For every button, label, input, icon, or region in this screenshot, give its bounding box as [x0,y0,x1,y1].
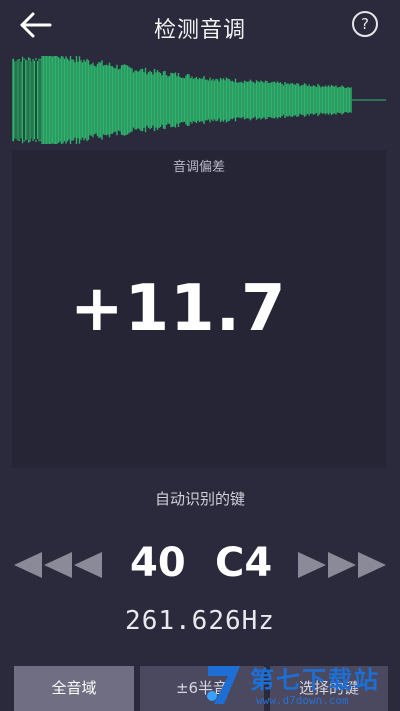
triple-right-arrow-icon [298,552,386,578]
help-icon: ? [361,15,369,33]
help-button[interactable]: ? [352,11,378,37]
six-semitone-range-button[interactable]: ±6半音 [140,666,264,711]
pitch-deviation-value: +11.7 [70,272,287,346]
key-number: 40 [130,540,186,586]
key-name: C4 [215,540,273,586]
audio-waveform [12,56,386,144]
triple-left-arrow-icon [14,552,102,578]
key-frequency: 261.626Hz [125,606,275,636]
next-key-button[interactable] [298,550,386,580]
key-selector-row: 40 C4 [0,540,400,596]
page-title: 检测音调 [153,18,246,43]
selected-key-button[interactable]: 选择的键 [270,666,388,711]
previous-key-button[interactable] [14,550,102,580]
auto-detected-key-label: 自动识别的键 [154,490,245,508]
top-bar: 检测音调 ? [0,0,400,54]
pitch-deviation-panel: 音调偏差 +11.7 [12,150,386,468]
full-range-button[interactable]: 全音域 [14,666,134,711]
pitch-deviation-label: 音调偏差 [172,160,225,175]
